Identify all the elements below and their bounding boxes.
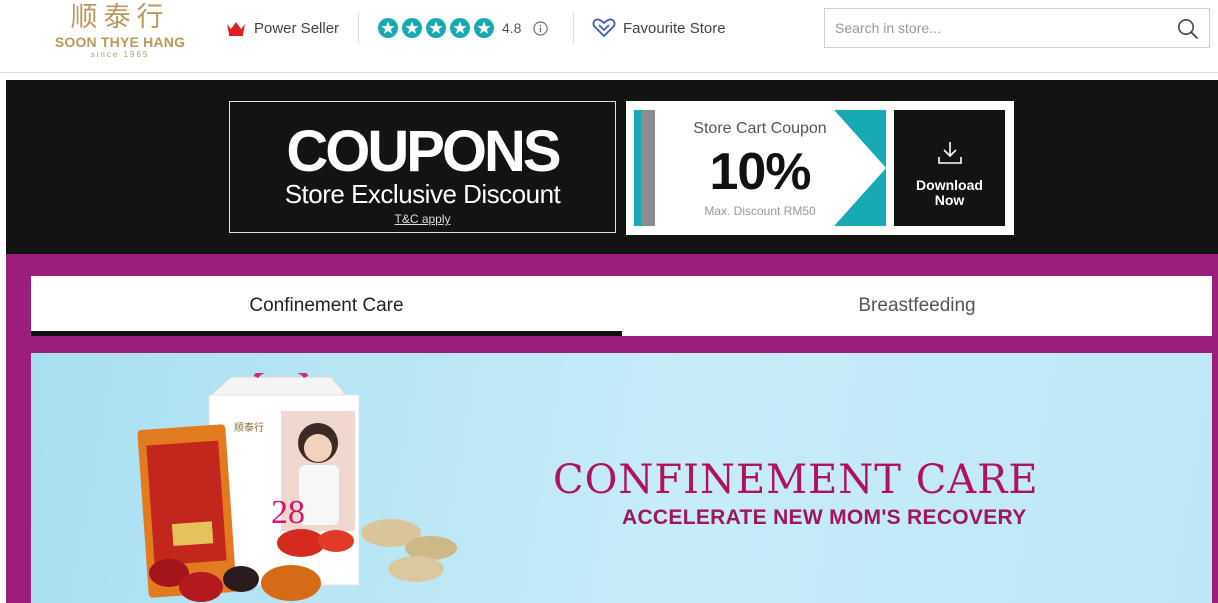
coupon-strip-grey — [641, 110, 655, 226]
product-box-number: 28 — [271, 494, 305, 531]
heart-icon — [592, 18, 616, 38]
coupon-chevron-shape — [834, 110, 886, 226]
info-icon[interactable] — [533, 20, 549, 36]
tab-label: Confinement Care — [249, 295, 404, 316]
confinement-care-banner[interactable]: 顺泰行 28 CONFINEMENT CARE ACCELERATE NEW M… — [31, 353, 1212, 603]
store-search — [824, 8, 1210, 48]
product-image: 顺泰行 28 — [137, 373, 457, 602]
hero-subtitle: ACCELERATE NEW MOM'S RECOVERY — [622, 506, 1027, 529]
search-input[interactable] — [835, 9, 1165, 47]
store-rating: 4.8 — [378, 17, 549, 39]
download-label: Download Now — [894, 178, 1005, 208]
coupon-strip-accent — [634, 110, 641, 226]
rating-value: 4.8 — [502, 20, 522, 36]
tab-breastfeeding[interactable]: Breastfeeding — [622, 276, 1212, 336]
logo-chinese-name: 顺泰行 — [70, 2, 170, 33]
search-icon[interactable] — [1177, 18, 1199, 40]
star-icon — [426, 18, 446, 38]
favourite-store-label: Favourite Store — [623, 19, 726, 37]
download-label-line2: Now — [934, 192, 965, 208]
star-icon — [402, 18, 422, 38]
favourite-store-button[interactable]: Favourite Store — [592, 17, 726, 39]
header-divider — [573, 12, 574, 44]
store-cart-coupon: Store Cart Coupon 10% Max. Discount RM50… — [626, 101, 1014, 235]
store-header: 顺泰行 SOON THYE HANG since 1965 Power Sell… — [0, 0, 1218, 73]
tnc-link[interactable]: T&C apply — [230, 212, 615, 226]
tab-label: Breastfeeding — [858, 295, 976, 316]
tab-confinement-care[interactable]: Confinement Care — [31, 276, 622, 336]
download-label-line1: Download — [916, 177, 983, 193]
star-icon — [378, 18, 398, 38]
logo-store-name: SOON THYE HANG — [54, 34, 186, 50]
coupons-panel: COUPONS Store Exclusive Discount T&C app… — [229, 101, 616, 233]
active-tab-indicator — [31, 331, 622, 336]
crown-icon — [227, 22, 245, 36]
star-icon — [450, 18, 470, 38]
header-divider — [358, 12, 359, 44]
hero-title: CONFINEMENT CARE — [553, 457, 1039, 503]
store-logo[interactable]: 顺泰行 SOON THYE HANG since 1965 — [50, 2, 190, 60]
download-icon — [938, 142, 962, 164]
star-icon — [474, 18, 494, 38]
category-tabs: Confinement Care Breastfeeding — [31, 276, 1212, 336]
coupons-title: COUPONS — [286, 119, 561, 184]
power-seller-badge: Power Seller — [226, 17, 339, 39]
logo-since: since 1965 — [90, 50, 150, 59]
power-seller-label: Power Seller — [254, 19, 340, 37]
download-coupon-button[interactable]: Download Now — [894, 110, 1005, 226]
coupons-subtitle: Store Exclusive Discount — [284, 179, 561, 209]
product-box-brand: 顺泰行 — [234, 421, 264, 434]
